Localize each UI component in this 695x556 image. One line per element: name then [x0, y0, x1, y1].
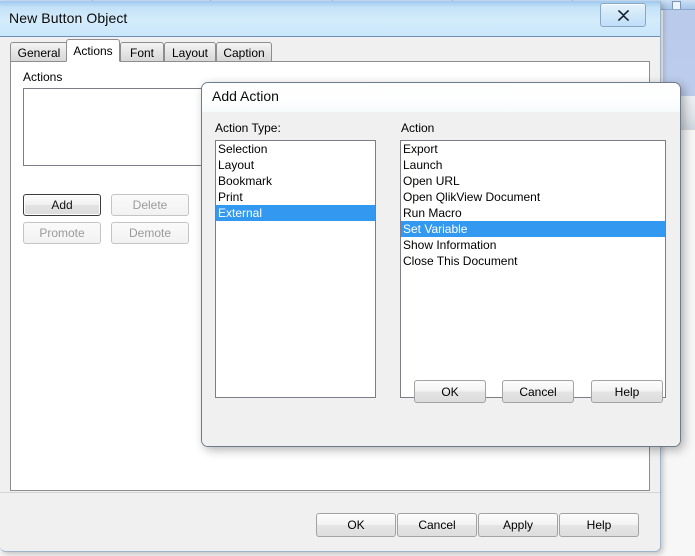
window-footer-bar: OK Cancel Apply Help: [0, 492, 660, 551]
tab-font[interactable]: Font: [120, 42, 164, 62]
add-action-title: Add Action: [212, 88, 279, 104]
demote-button-label: Demote: [128, 226, 172, 240]
window-title-bar[interactable]: New Button Object: [0, 1, 660, 37]
delete-button-label: Delete: [132, 198, 168, 212]
tab-caption-label: Caption: [223, 45, 265, 60]
action-item-run-macro[interactable]: Run Macro: [401, 205, 665, 221]
add-action-cancel-label: Cancel: [519, 384, 557, 399]
cancel-button[interactable]: Cancel: [397, 513, 477, 537]
tab-layout-label: Layout: [171, 45, 209, 60]
action-type-item-layout[interactable]: Layout: [216, 157, 375, 173]
add-action-body: Action Type: Selection Layout Bookmark P…: [202, 112, 680, 446]
add-button-label: Add: [51, 198, 73, 212]
action-item-show-information[interactable]: Show Information: [401, 237, 665, 253]
help-button[interactable]: Help: [559, 513, 639, 537]
action-label: Action: [401, 121, 435, 135]
action-listbox[interactable]: Export Launch Open URL Open QlikView Doc…: [400, 140, 666, 398]
action-type-item-selection[interactable]: Selection: [216, 141, 375, 157]
promote-button-label: Promote: [39, 226, 85, 240]
promote-button: Promote: [23, 222, 101, 244]
tab-actions-label: Actions: [73, 43, 113, 58]
actions-group-label: Actions: [23, 70, 63, 84]
tab-actions[interactable]: Actions: [66, 39, 120, 62]
tab-general-label: General: [17, 45, 61, 60]
action-item-set-variable[interactable]: Set Variable: [401, 221, 665, 237]
action-item-close-this-document[interactable]: Close This Document: [401, 253, 665, 269]
action-type-listbox[interactable]: Selection Layout Bookmark Print External: [215, 140, 376, 398]
tab-general[interactable]: General: [10, 42, 68, 62]
tab-strip[interactable]: General Actions Font Layout Caption: [10, 39, 650, 62]
apply-button-label: Apply: [502, 518, 534, 532]
ok-button-label: OK: [347, 518, 365, 532]
close-button[interactable]: [600, 3, 646, 27]
action-item-launch[interactable]: Launch: [401, 157, 665, 173]
action-item-open-url[interactable]: Open URL: [401, 173, 665, 189]
action-type-item-print[interactable]: Print: [216, 189, 375, 205]
help-button-label: Help: [586, 518, 612, 532]
add-button[interactable]: Add: [23, 194, 101, 216]
add-action-ok-label: OK: [441, 384, 459, 399]
action-type-label: Action Type:: [215, 121, 281, 135]
demote-button: Demote: [111, 222, 189, 244]
delete-button: Delete: [111, 194, 189, 216]
cancel-button-label: Cancel: [418, 518, 456, 532]
add-action-cancel-button[interactable]: Cancel: [502, 380, 574, 403]
page-title: New Button Object: [9, 10, 128, 26]
add-action-dialog: Add Action Action Type: Selection Layout…: [201, 82, 681, 447]
add-action-title-bar[interactable]: Add Action: [202, 83, 680, 113]
tab-caption[interactable]: Caption: [216, 42, 272, 62]
add-action-ok-button[interactable]: OK: [414, 380, 486, 403]
action-type-item-bookmark[interactable]: Bookmark: [216, 173, 375, 189]
toolbar-icon[interactable]: [672, 1, 681, 9]
add-action-help-button[interactable]: Help: [591, 380, 663, 403]
ok-button[interactable]: OK: [316, 513, 396, 537]
tab-layout[interactable]: Layout: [164, 42, 216, 62]
action-item-open-qlikview-document[interactable]: Open QlikView Document: [401, 189, 665, 205]
close-icon: [617, 9, 630, 21]
tab-font-label: Font: [129, 45, 154, 60]
action-type-item-external[interactable]: External: [216, 205, 375, 221]
add-action-help-label: Help: [614, 384, 640, 399]
action-item-export[interactable]: Export: [401, 141, 665, 157]
apply-button[interactable]: Apply: [478, 513, 558, 537]
